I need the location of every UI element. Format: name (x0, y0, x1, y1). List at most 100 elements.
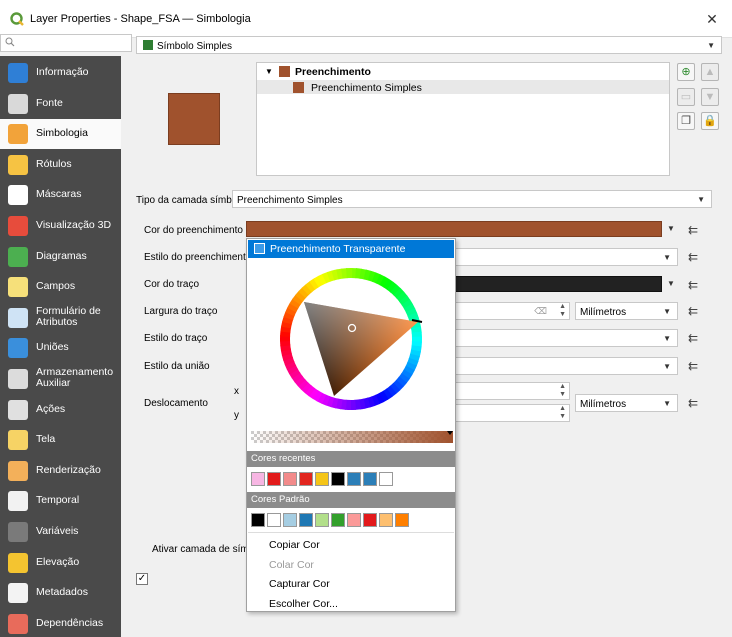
color-menu-item-2[interactable]: Capturar Cor (269, 578, 330, 590)
sidebar-item-label: Campos (36, 280, 76, 292)
standard-color-swatch[interactable] (379, 513, 393, 527)
recent-color-swatch[interactable] (347, 472, 361, 486)
variables-icon (8, 522, 28, 542)
sidebar-item-attributes-form[interactable]: Formulário de Atributos (0, 303, 121, 333)
data-defined-override-icon[interactable]: ⇇ (684, 277, 702, 293)
sidebar-item-elevation[interactable]: Elevação (0, 548, 121, 578)
alpha-slider[interactable] (251, 431, 453, 443)
move-up-button[interactable]: ▲ (701, 63, 719, 81)
color-menu-item-0[interactable]: Copiar Cor (269, 539, 320, 551)
lock-layer-button[interactable]: 🔒 (701, 112, 719, 130)
sidebar-item-actions[interactable]: Ações (0, 395, 121, 425)
stroke-color-label: Cor do traço (144, 279, 200, 290)
sidebar-item-diagrams[interactable]: Diagramas (0, 242, 121, 272)
collapse-caret-icon[interactable]: ▼ (265, 67, 273, 76)
clear-icon[interactable]: ⌫ (534, 306, 547, 317)
stroke-width-unit-combo[interactable]: Milímetros ▼ (575, 302, 678, 320)
layer-properties-dialog: Layer Properties - Shape_FSA — Simbologi… (0, 0, 732, 637)
close-button[interactable]: ✕ (700, 9, 724, 29)
standard-color-swatch[interactable] (299, 513, 313, 527)
data-defined-override-icon[interactable]: ⇇ (684, 358, 702, 374)
stroke-width-unit: Milímetros (580, 307, 627, 318)
enable-layer-checkbox[interactable]: ✓ (136, 573, 148, 585)
standard-color-swatch[interactable] (251, 513, 265, 527)
sidebar-item-label: Renderização (36, 464, 101, 476)
fill-swatch-icon (279, 66, 290, 77)
sidebar-item-label: Temporal (36, 494, 80, 506)
sidebar-item-rendering[interactable]: Renderização (0, 456, 121, 486)
stroke-width-label: Largura do traço (144, 306, 218, 317)
symbol-layer-type-label: Tipo da camada símbolo (136, 195, 246, 206)
move-down-button[interactable]: ▼ (701, 88, 719, 106)
standard-color-swatch[interactable] (363, 513, 377, 527)
sidebar-item-label: Máscaras (36, 188, 82, 200)
recent-color-swatch[interactable] (251, 472, 265, 486)
standard-color-swatch[interactable] (331, 513, 345, 527)
sidebar-item-symbology[interactable]: Simbologia (0, 119, 121, 149)
sidebar-item-source[interactable]: Fonte (0, 89, 121, 119)
recent-color-swatch[interactable] (331, 472, 345, 486)
symbol-layer-type-combo[interactable]: Preenchimento Simples ▼ (232, 190, 712, 208)
spin-arrows-icon[interactable]: ▲ ▼ (559, 383, 566, 399)
standard-color-swatch[interactable] (395, 513, 409, 527)
display-icon (8, 430, 28, 450)
sidebar-item-masks[interactable]: Máscaras (0, 180, 121, 210)
color-menu-item-3[interactable]: Escolher Cor... (269, 598, 338, 610)
fill-color-label: Cor do preenchimento (144, 225, 243, 236)
sidebar-item-info[interactable]: Informação (0, 58, 121, 88)
sidebar-item-labels[interactable]: Rótulos (0, 150, 121, 180)
add-layer-button[interactable]: ⊕ (677, 63, 695, 81)
sidebar-item-fields[interactable]: Campos (0, 272, 121, 302)
data-defined-override-icon[interactable]: ⇇ (684, 222, 702, 238)
color-wheel[interactable] (276, 264, 426, 414)
standard-color-swatch[interactable] (347, 513, 361, 527)
dependencies-icon (8, 614, 28, 634)
sidebar-item-label: Rótulos (36, 158, 72, 170)
stroke-color-menu-arrow[interactable]: ▼ (664, 275, 678, 293)
data-defined-override-icon[interactable]: ⇇ (684, 330, 702, 346)
search-input[interactable] (0, 34, 132, 52)
duplicate-layer-button[interactable]: ❐ (677, 112, 695, 130)
recent-color-swatch[interactable] (299, 472, 313, 486)
data-defined-override-icon[interactable]: ⇇ (684, 249, 702, 265)
sidebar-item-dependencies[interactable]: Dependências (0, 609, 121, 637)
sidebar-item-variables[interactable]: Variáveis (0, 517, 121, 547)
symbology-icon (8, 124, 28, 144)
sidebar-item-auxiliary-storage[interactable]: Armazenamento Auxiliar (0, 364, 121, 394)
sidebar-item-display[interactable]: Tela (0, 425, 121, 455)
fill-style-label: Estilo do preenchimento (144, 252, 252, 263)
source-icon (8, 94, 28, 114)
data-defined-override-icon[interactable]: ⇇ (684, 303, 702, 319)
remove-layer-button[interactable]: ▭ (677, 88, 695, 106)
symbol-layers-tree: ▼ Preenchimento Preenchimento Simples (256, 62, 670, 176)
spin-arrows-icon[interactable]: ▲ ▼ (559, 303, 566, 319)
fill-color-menu-arrow[interactable]: ▼ (664, 220, 678, 238)
enable-layer-label: Ativar camada de símbo (152, 544, 260, 555)
tree-root-label[interactable]: Preenchimento (295, 66, 371, 78)
recent-color-swatch[interactable] (315, 472, 329, 486)
recent-color-swatch[interactable] (363, 472, 377, 486)
tree-child-label[interactable]: Preenchimento Simples (311, 82, 422, 94)
sidebar-item-metadata[interactable]: Metadados (0, 578, 121, 608)
data-defined-override-icon[interactable]: ⇇ (684, 395, 702, 411)
chevron-down-icon: ▼ (663, 399, 671, 408)
spin-arrows-icon[interactable]: ▲ ▼ (559, 405, 566, 421)
symbol-selector-combo[interactable]: Símbolo Simples ▼ (136, 36, 722, 54)
fields-icon (8, 277, 28, 297)
recent-color-swatch[interactable] (379, 472, 393, 486)
recent-color-swatch[interactable] (267, 472, 281, 486)
attributes-form-icon (8, 308, 28, 328)
sidebar-item-joins[interactable]: Uniões (0, 333, 121, 363)
sidebar-item-temporal[interactable]: Temporal (0, 486, 121, 516)
elevation-icon (8, 553, 28, 573)
recent-color-swatch[interactable] (283, 472, 297, 486)
standard-color-swatch[interactable] (283, 513, 297, 527)
sidebar-item-label: Formulário de Atributos (36, 305, 101, 328)
standard-color-swatch[interactable] (315, 513, 329, 527)
sidebar-item-3d-view[interactable]: Visualização 3D (0, 211, 121, 241)
sidebar-item-label: Tela (36, 433, 56, 445)
offset-unit-combo[interactable]: Milímetros ▼ (575, 394, 678, 412)
transparent-fill-item[interactable]: Preenchimento Transparente (248, 240, 454, 258)
fill-color-button[interactable] (246, 221, 662, 237)
standard-color-swatch[interactable] (267, 513, 281, 527)
